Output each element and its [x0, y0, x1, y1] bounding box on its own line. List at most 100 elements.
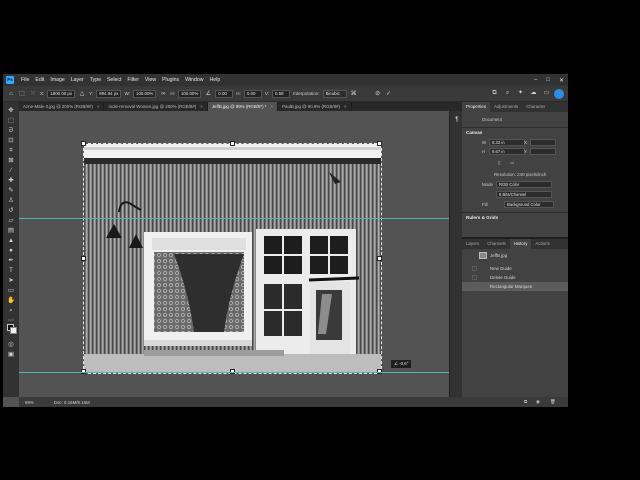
cloud-icon[interactable]: ☁ [530, 90, 537, 97]
eraser-tool-icon[interactable]: ▱ [6, 216, 16, 225]
menu-layer[interactable]: Layer [68, 77, 87, 83]
v-skew-input[interactable]: 0.58 [272, 89, 291, 98]
link-icon[interactable]: ∞ [159, 90, 167, 98]
marquee-selection[interactable] [81, 141, 382, 374]
x-position-input[interactable]: 1800.00 px [47, 89, 76, 98]
tab-paulb[interactable]: PaulB.jpg @ 90.9% (RGB/8#) × [278, 102, 352, 111]
interpolation-select[interactable]: Bicubic [322, 89, 347, 98]
hand-tool-icon[interactable]: ✋ [6, 296, 16, 305]
close-tab-icon[interactable]: × [200, 104, 203, 109]
history-brush-source-box[interactable] [472, 266, 477, 271]
transform-handle-r[interactable] [377, 256, 382, 261]
tab-properties[interactable]: Properties [462, 102, 491, 112]
gradient-tool-icon[interactable]: ▤ [6, 226, 16, 235]
height-percent-input[interactable]: 100.00% [177, 89, 202, 98]
landscape-icon[interactable]: ▭ [510, 160, 514, 166]
menu-image[interactable]: Image [47, 77, 67, 83]
warp-icon[interactable]: ⌘ [350, 90, 358, 98]
h-skew-input[interactable]: 0.00 [243, 89, 262, 98]
tab-character[interactable]: Character [522, 102, 549, 112]
mode-select[interactable]: RGB Color [496, 181, 552, 188]
guide-line-bottom[interactable] [19, 372, 462, 373]
guide-line-top[interactable] [19, 218, 462, 219]
history-item[interactable]: Delete Guide [462, 273, 568, 282]
paragraph-panel-icon[interactable]: ¶ [452, 115, 462, 124]
width-percent-input[interactable]: 100.00% [133, 89, 157, 98]
cancel-transform-icon[interactable]: ⊘ [374, 90, 382, 98]
tab-layers[interactable]: Layers [462, 239, 483, 249]
angle-input[interactable]: 0.00 [215, 89, 234, 98]
commit-transform-icon[interactable]: ✓ [385, 90, 393, 98]
marquee-tool-icon[interactable]: ⬚ [6, 116, 16, 125]
y-position-input[interactable]: 994.94 px [96, 89, 122, 98]
transform-tool-icon[interactable]: ⬚ [18, 90, 26, 98]
trash-icon[interactable]: 🗑 [550, 399, 556, 405]
shape-tool-icon[interactable]: ▭ [6, 286, 16, 295]
type-tool-icon[interactable]: T [6, 266, 16, 275]
search-icon[interactable]: ⌕ [504, 90, 511, 97]
doc-size[interactable]: Doc: 9.16M/9.16M [54, 400, 90, 405]
frame-tool-icon[interactable]: ⊠ [6, 156, 16, 165]
object-select-tool-icon[interactable]: ⊡ [6, 136, 16, 145]
transform-handle-tr[interactable] [377, 141, 382, 146]
workspace-icon[interactable]: ▭ [543, 90, 550, 97]
new-document-icon[interactable]: ⧉ [524, 399, 527, 404]
brush-tool-icon[interactable]: ✎ [6, 186, 16, 195]
history-snapshot[interactable]: JeffB.jpg [462, 251, 568, 263]
menu-file[interactable]: File [18, 77, 32, 83]
canvas-x-field[interactable] [530, 139, 556, 146]
healing-brush-tool-icon[interactable]: ✚ [6, 176, 16, 185]
menu-type[interactable]: Type [87, 77, 104, 83]
canvas-width-field[interactable]: 8.33 in [489, 139, 525, 146]
blur-tool-icon[interactable]: ▲ [6, 236, 16, 245]
tab-jeffb[interactable]: JeffB.jpg @ 89% (RGB/8*) * × [207, 102, 279, 111]
menu-select[interactable]: Select [104, 77, 124, 83]
reference-point-icon[interactable]: ⁙ [29, 90, 37, 98]
rulers-grids-heading[interactable]: Rulers & Grids [466, 215, 498, 220]
document-canvas-area[interactable]: ∠ -0.6° [19, 111, 462, 397]
learn-icon[interactable]: ✦ [517, 90, 524, 97]
history-brush-tool-icon[interactable]: ↺ [6, 206, 16, 215]
transform-handle-t[interactable] [230, 141, 235, 146]
snapshot-icon[interactable]: ◉ [536, 399, 540, 405]
transform-handle-tl[interactable] [81, 141, 86, 146]
menu-edit[interactable]: Edit [32, 77, 47, 83]
crop-tool-icon[interactable]: ⌗ [6, 146, 16, 155]
maximize-icon[interactable]: □ [546, 77, 550, 83]
menu-filter[interactable]: Filter [124, 77, 142, 83]
menu-help[interactable]: Help [207, 77, 224, 83]
eyedropper-tool-icon[interactable]: ⁄ [6, 166, 16, 175]
quick-mask-icon[interactable]: ◎ [6, 340, 16, 349]
fill-select[interactable]: Background Color [504, 201, 554, 208]
history-brush-source-box[interactable] [472, 284, 477, 289]
history-brush-source-box[interactable] [472, 275, 477, 280]
path-select-tool-icon[interactable]: ➤ [6, 276, 16, 285]
close-tab-icon[interactable]: × [344, 104, 347, 109]
background-color-swatch[interactable] [10, 327, 17, 334]
transform-handle-l[interactable] [81, 256, 86, 261]
tab-channels[interactable]: Channels [483, 239, 510, 249]
menu-window[interactable]: Window [182, 77, 206, 83]
stamp-tool-icon[interactable]: ♙ [6, 196, 16, 205]
canvas-y-field[interactable] [530, 148, 556, 155]
tab-adjustments[interactable]: Adjustments [490, 102, 522, 112]
tab-mole-removal[interactable]: mole-removal Women.jpg @ 200% (RGB/8#) × [104, 102, 208, 111]
minimize-icon[interactable]: – [534, 77, 537, 83]
close-tab-icon[interactable]: × [97, 104, 100, 109]
dodge-tool-icon[interactable]: ● [6, 246, 16, 255]
delta-icon[interactable]: △ [78, 90, 86, 98]
tab-actions[interactable]: Actions [531, 239, 553, 249]
history-item-active[interactable]: Rectangular Marquee [462, 282, 568, 291]
zoom-level[interactable]: 89% [25, 400, 34, 405]
frame-icon[interactable]: ⧉ [491, 90, 498, 97]
zoom-tool-icon[interactable]: ⌕ [6, 306, 16, 315]
home-icon[interactable]: ⌂ [7, 90, 15, 98]
close-tab-icon[interactable]: × [271, 104, 274, 109]
close-icon[interactable]: ✕ [559, 77, 564, 84]
menu-view[interactable]: View [142, 77, 159, 83]
lasso-tool-icon[interactable]: ᘐ [6, 126, 16, 135]
move-tool-icon[interactable]: ✥ [6, 106, 16, 115]
menu-plugins[interactable]: Plugins [159, 77, 182, 83]
share-button[interactable] [554, 89, 564, 99]
canvas-heading[interactable]: Canvas [466, 130, 482, 135]
